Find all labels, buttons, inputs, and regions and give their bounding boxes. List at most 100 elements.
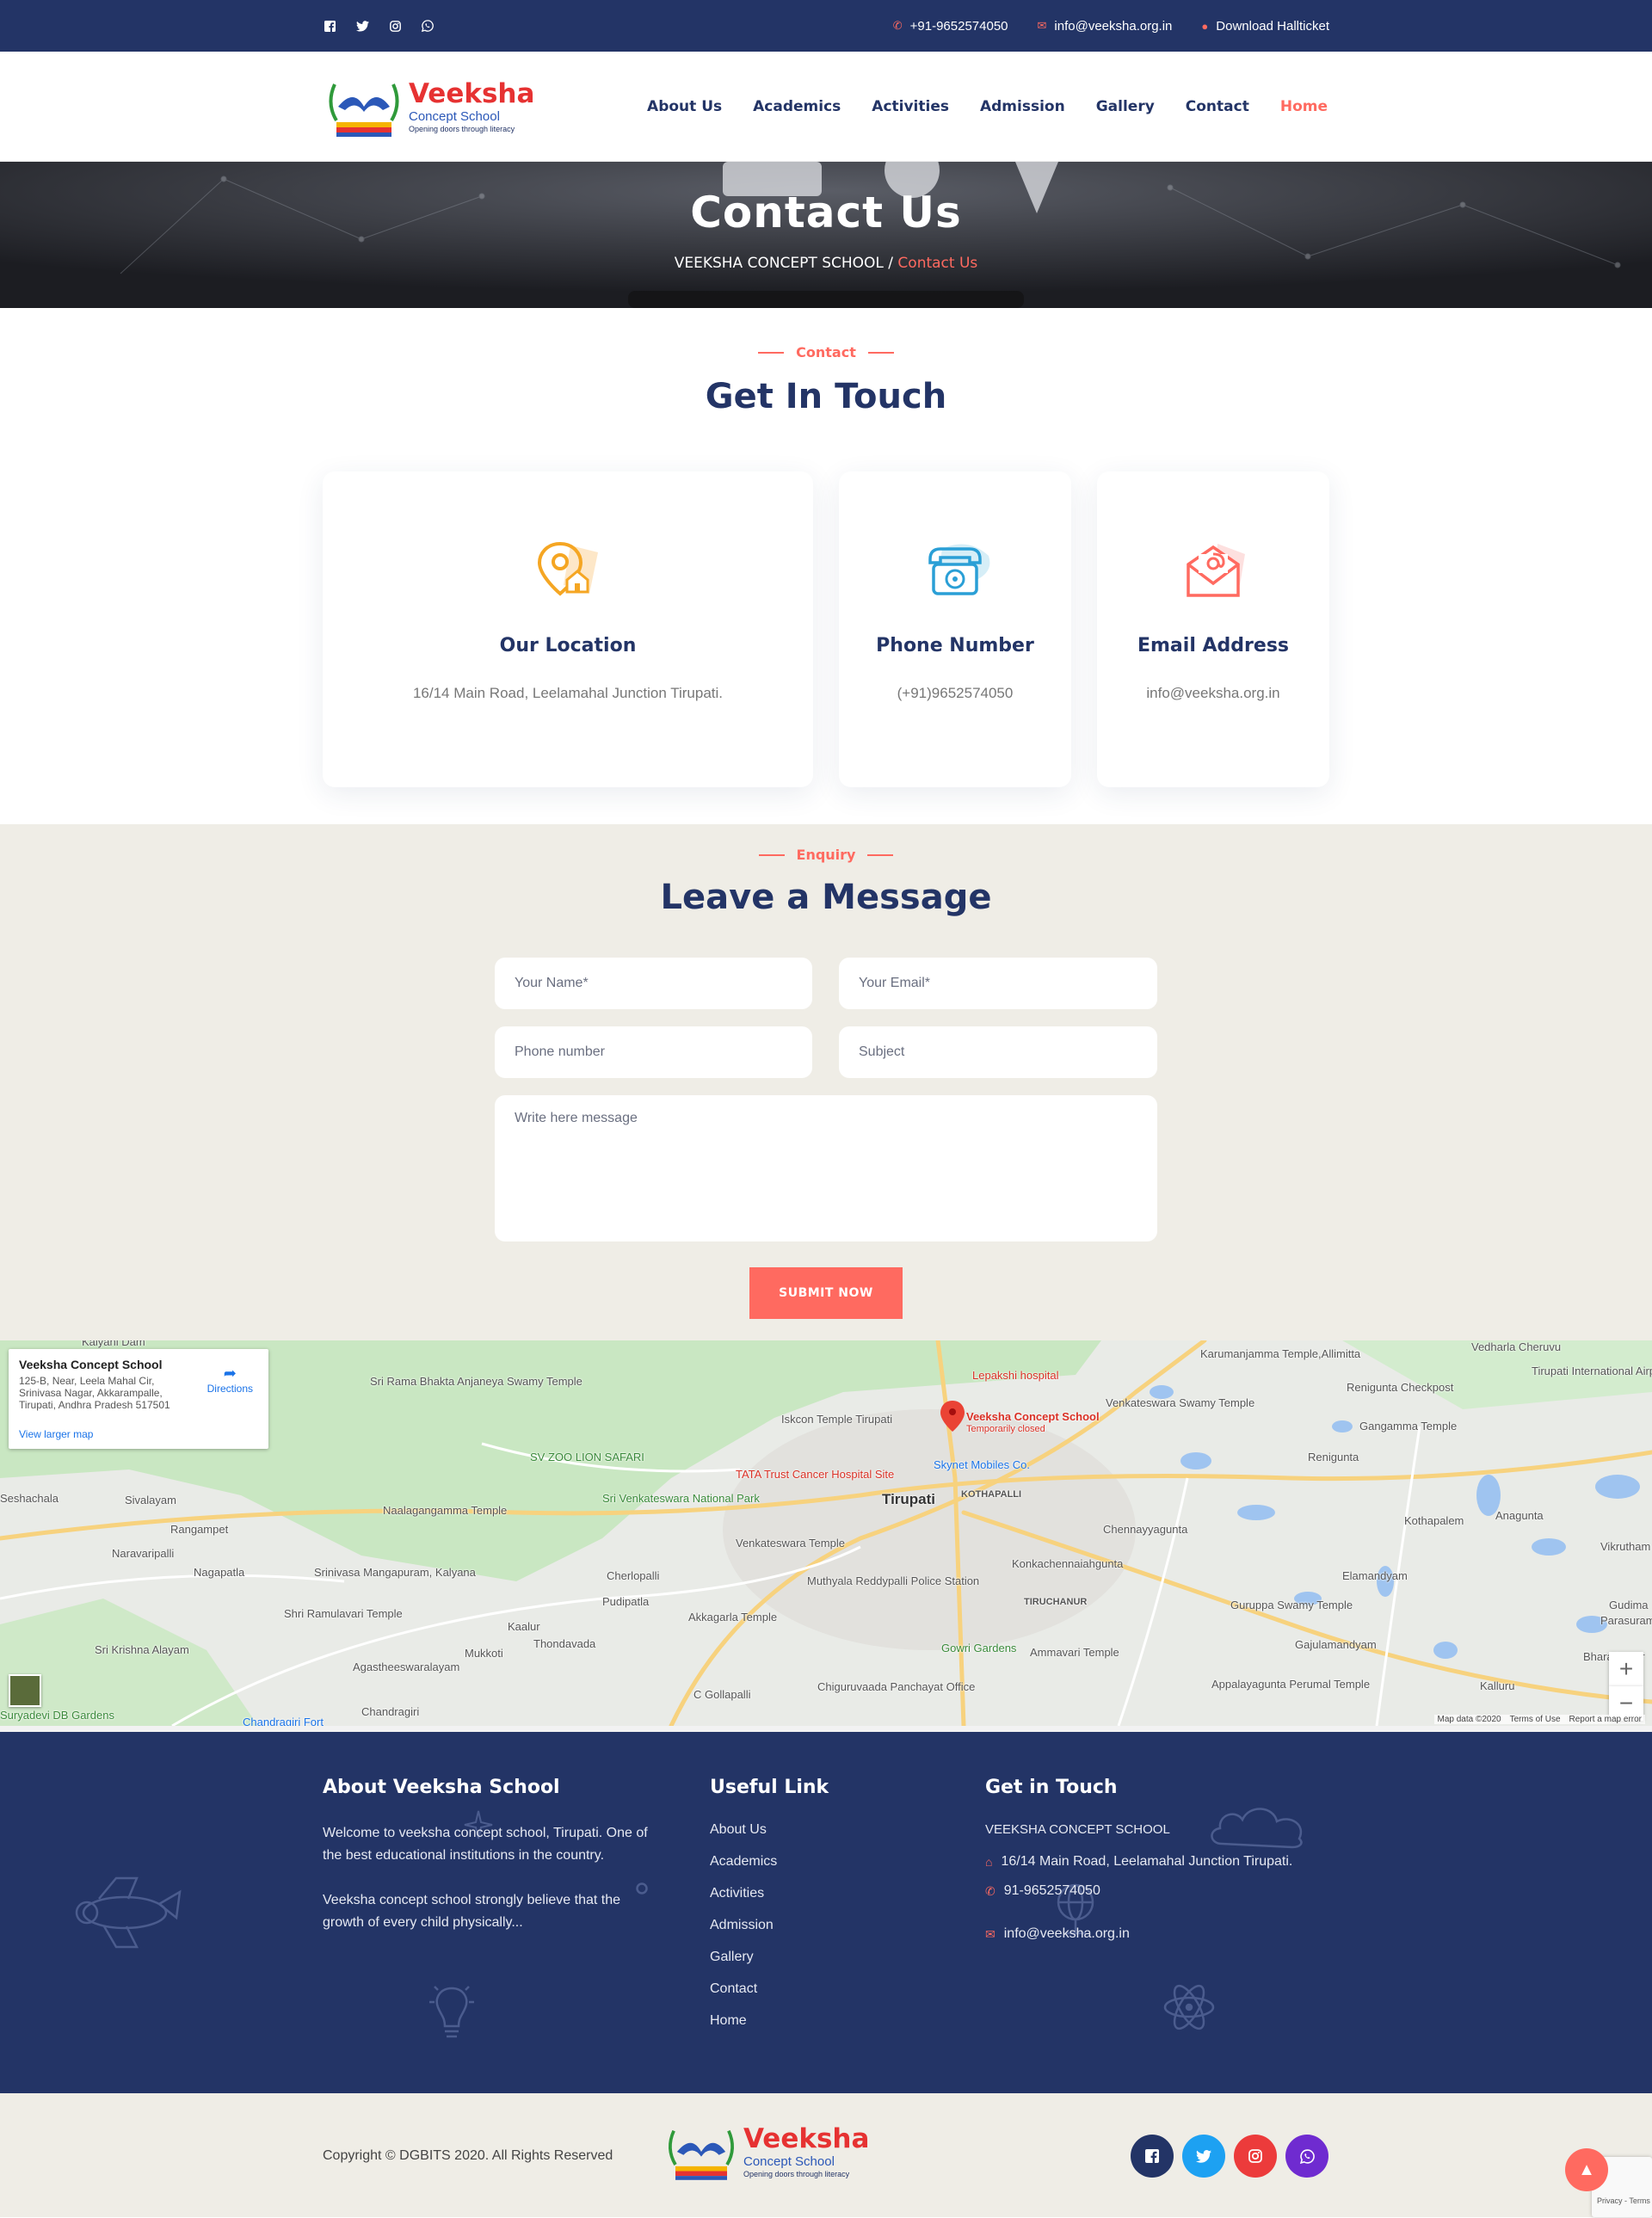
message-textarea[interactable] — [495, 1095, 1157, 1241]
footer-link-admission[interactable]: Admission — [710, 1918, 829, 1933]
download-hallticket-link[interactable]: ● Download Hallticket — [1201, 19, 1329, 34]
top-email[interactable]: ✉ info@veeksha.org.in — [1038, 19, 1173, 34]
brand-name: Veeksha — [409, 77, 535, 109]
footer-phone[interactable]: ✆ 91-9652574050 — [985, 1883, 1329, 1899]
map-label: Elamandyam — [1342, 1569, 1408, 1582]
whatsapp-button[interactable] — [1285, 2135, 1328, 2178]
footer-links-title: Useful Link — [710, 1777, 829, 1798]
footer-contact-title: Get in Touch — [985, 1777, 1118, 1798]
envelope-icon — [1187, 544, 1245, 597]
twitter-icon — [1196, 2149, 1211, 2163]
back-to-top-button[interactable]: ▲ — [1565, 2148, 1608, 2191]
map-label: Skynet Mobiles Co. — [934, 1458, 1030, 1471]
map-place-address: 125-B, Near, Leela Mahal Cir, Srinivasa … — [19, 1375, 170, 1411]
map-terms-link[interactable]: Terms of Use — [1510, 1715, 1561, 1724]
footer-link-gallery[interactable]: Gallery — [710, 1950, 829, 1965]
nav-about-us[interactable]: About Us — [647, 98, 722, 115]
satellite-toggle[interactable] — [9, 1674, 41, 1707]
map-label: TIRUCHANUR — [1024, 1597, 1088, 1607]
email-card-text[interactable]: info@veeksha.org.in — [1131, 682, 1295, 705]
map-label: Chiguruvaada Panchayat Office — [817, 1680, 976, 1693]
footer-link-academics[interactable]: Academics — [710, 1854, 829, 1870]
nav-home[interactable]: Home — [1280, 98, 1328, 115]
instagram-icon[interactable] — [388, 19, 402, 33]
nav-contact[interactable]: Contact — [1186, 98, 1249, 115]
facebook-button[interactable] — [1131, 2135, 1174, 2178]
breadcrumb: VEEKSHA CONCEPT SCHOOL / Contact Us — [0, 255, 1652, 272]
contact-section: Contact Get In Touch Our Location 16/14 … — [0, 308, 1652, 824]
whatsapp-icon — [1299, 2148, 1315, 2164]
map-label: SV ZOO LION SAFARI — [530, 1451, 644, 1463]
brand-subtitle: Concept School — [743, 2153, 835, 2169]
nav-activities[interactable]: Activities — [872, 98, 949, 115]
top-social-links — [323, 19, 435, 33]
phone-card-text[interactable]: (+91)9652574050 — [873, 682, 1037, 705]
contact-section-tag: Contact — [0, 344, 1652, 360]
map-label: Kothapalem — [1404, 1514, 1464, 1527]
map-directions-button[interactable]: ➦ Directions — [207, 1365, 253, 1395]
twitter-button[interactable] — [1182, 2135, 1225, 2178]
whatsapp-icon[interactable] — [421, 19, 435, 33]
map-label: Iskcon Temple Tirupati — [781, 1413, 893, 1426]
map-label: Venkateswara Temple — [736, 1537, 845, 1550]
page-title: Contact Us — [690, 188, 962, 237]
nav-academics[interactable]: Academics — [753, 98, 841, 115]
name-input[interactable] — [495, 958, 812, 1009]
enquiry-section-title: Leave a Message — [660, 878, 992, 917]
phone-card: Phone Number (+91)9652574050 — [839, 471, 1071, 787]
view-larger-map-link[interactable]: View larger map — [19, 1428, 93, 1440]
map-label: Guruppa Swamy Temple — [1230, 1599, 1353, 1611]
map-label: Renigunta Checkpost — [1347, 1381, 1454, 1394]
map-pin-status: Temporarily closed — [966, 1424, 1045, 1434]
google-map[interactable]: Veeksha Concept School Temporarily close… — [0, 1340, 1652, 1732]
enquiry-section-tag: Enquiry — [0, 847, 1652, 863]
envelope-icon: ✉ — [985, 1926, 996, 1941]
footer-about-text: Welcome to veeksha concept school, Tirup… — [323, 1826, 648, 1863]
map-report-link[interactable]: Report a map error — [1569, 1715, 1642, 1724]
email-card-title: Email Address — [1137, 635, 1290, 656]
map-label: C Gollapalli — [693, 1688, 751, 1701]
subject-input[interactable] — [839, 1026, 1157, 1078]
footer-link-about-us[interactable]: About Us — [710, 1822, 829, 1838]
site-logo[interactable]: Veeksha Concept School Opening doors thr… — [323, 72, 534, 141]
breadcrumb-separator: / — [888, 255, 894, 272]
copyright-text: Copyright © DGBITS 2020. All Rights Rese… — [323, 2148, 613, 2163]
footer-email[interactable]: ✉ info@veeksha.org.in — [985, 1926, 1329, 1942]
map-label: Karumanjamma Temple,Allimitta — [1200, 1347, 1361, 1360]
nav-admission[interactable]: Admission — [980, 98, 1065, 115]
map-label: Agastheeswaralayam — [353, 1660, 460, 1673]
map-label: Anagunta — [1495, 1509, 1544, 1522]
nav-gallery[interactable]: Gallery — [1096, 98, 1155, 115]
map-label: Sri Rama Bhakta Anjaneya Swamy Temple — [370, 1375, 583, 1388]
submit-button[interactable]: SUBMIT NOW — [749, 1267, 903, 1319]
breadcrumb-home[interactable]: VEEKSHA CONCEPT SCHOOL — [675, 255, 884, 272]
instagram-button[interactable] — [1234, 2135, 1277, 2178]
footer-about-text: Veeksha concept school strongly believe … — [323, 1893, 620, 1930]
facebook-icon[interactable] — [323, 19, 336, 33]
map-label: Cherlopalli — [607, 1569, 660, 1582]
map-label: Vikrutham — [1600, 1540, 1651, 1553]
footer-link-contact[interactable]: Contact — [710, 1981, 829, 1997]
map-label: Kalluru — [1480, 1679, 1515, 1692]
footer-link-activities[interactable]: Activities — [710, 1886, 829, 1901]
map-label: Konkachennaiahgunta — [1012, 1557, 1124, 1570]
map-label: Naravaripalli — [112, 1547, 175, 1560]
airplane-decoration-icon — [75, 1876, 182, 1949]
bottom-bar: Copyright © DGBITS 2020. All Rights Rese… — [0, 2093, 1652, 2217]
phone-input[interactable] — [495, 1026, 812, 1078]
location-pin-icon — [537, 541, 598, 596]
breadcrumb-current: Contact Us — [897, 255, 978, 272]
enquiry-section: Enquiry Leave a Message SUBMIT NOW — [0, 824, 1652, 1340]
phone-card-title: Phone Number — [876, 635, 1034, 656]
top-phone[interactable]: ✆ +91-9652574050 — [893, 19, 1008, 34]
twitter-icon[interactable] — [355, 19, 369, 33]
email-input[interactable] — [839, 958, 1157, 1009]
footer-link-home[interactable]: Home — [710, 2013, 829, 2029]
brand-subtitle: Concept School — [409, 108, 500, 124]
footer-logo[interactable]: Veeksha Concept School Opening doors thr… — [663, 2119, 869, 2184]
facebook-icon — [1145, 2149, 1159, 2163]
map-zoom-in-button[interactable]: + — [1609, 1652, 1643, 1686]
map-label: Shri Ramulavari Temple — [284, 1607, 403, 1620]
map-label: Rangampet — [170, 1523, 229, 1536]
location-card-text: 16/14 Main Road, Leelamahal Junction Tir… — [412, 685, 724, 701]
